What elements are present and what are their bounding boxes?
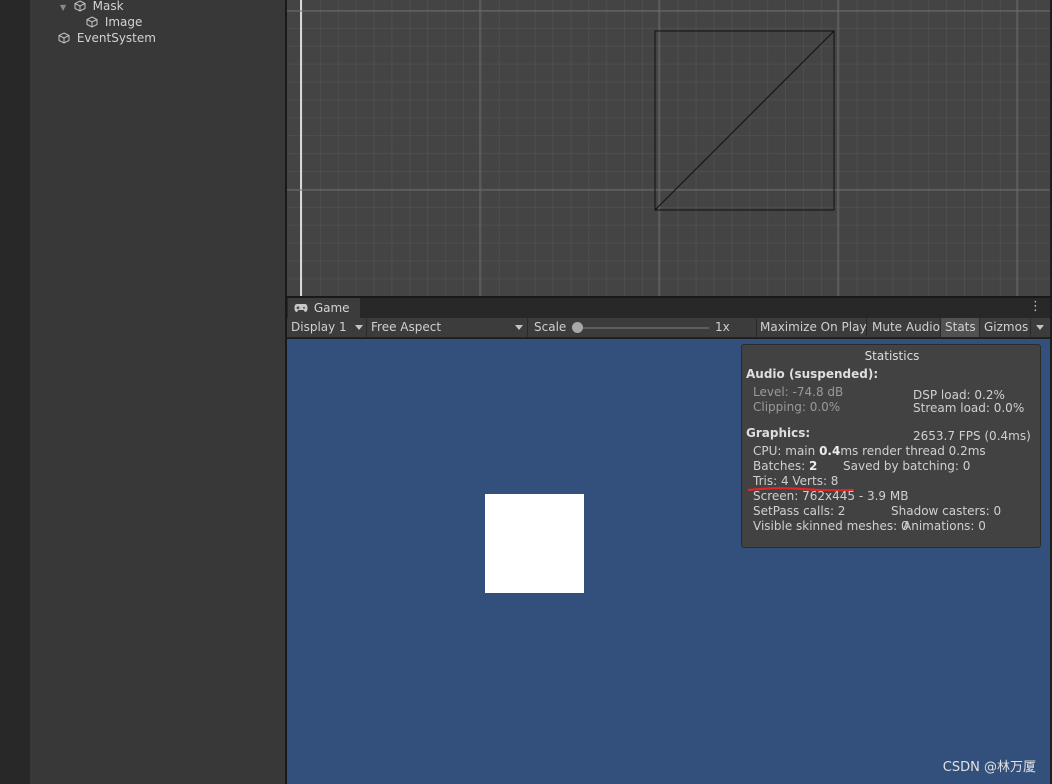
mute-audio-label: Mute Audio (872, 320, 940, 334)
screen-info: Screen: 762x445 - 3.9 MB (753, 489, 909, 503)
scene-view[interactable] (287, 0, 1050, 296)
hierarchy-item-eventsystem[interactable]: EventSystem (58, 30, 156, 46)
toolbar-divider (527, 318, 528, 337)
scale-slider-handle[interactable] (572, 322, 583, 333)
expand-arrow-icon[interactable]: ▼ (60, 0, 70, 16)
batches-value: 2 (809, 459, 818, 473)
scene-image-diagonal (654, 30, 835, 211)
audio-clipping: Clipping: 0.0% (753, 400, 841, 414)
more-options-icon[interactable]: ⋮ (1029, 300, 1042, 314)
toolbar-divider (979, 318, 980, 337)
ui-image-white-square (485, 494, 584, 593)
aspect-dropdown[interactable]: Free Aspect (371, 318, 441, 337)
scale-label-text: Scale (534, 320, 567, 334)
scale-slider-track[interactable] (578, 327, 709, 329)
chevron-down-icon[interactable] (355, 325, 363, 330)
toolbar-divider (866, 318, 867, 337)
gizmos-button[interactable]: Gizmos (984, 318, 1028, 337)
aspect-dropdown-value: Free Aspect (371, 320, 442, 334)
setpass-calls: SetPass calls: 2 (753, 504, 846, 518)
scale-label: Scale (534, 318, 566, 337)
game-tab-bar: Game ⋮ (287, 298, 1050, 318)
batches: Batches: 2 (753, 459, 817, 474)
fps-readout: 2653.7 FPS (0.4ms) (913, 429, 1031, 443)
scene-gizmos (287, 0, 1050, 296)
stats-title: Statistics (864, 349, 920, 363)
toolbar-divider (756, 318, 757, 337)
gameobject-cube-icon (74, 0, 86, 16)
hierarchy-item-mask[interactable]: ▼ Mask (60, 0, 124, 14)
hierarchy-item-label: EventSystem (76, 31, 156, 45)
scale-value-text: 1x (715, 320, 730, 334)
gameobject-cube-icon (58, 32, 70, 48)
hierarchy-item-label: Image (104, 15, 143, 29)
tab-game-label: Game (313, 301, 350, 315)
stream-load: Stream load: 0.0% (913, 401, 1025, 415)
scale-value: 1x (715, 318, 730, 337)
gamepad-icon (294, 299, 308, 319)
hierarchy-panel: ▼ Mask Image EventSystem (30, 0, 285, 784)
animations-count: Animations: 0 (903, 519, 986, 533)
saved-by-batching: Saved by batching: 0 (843, 459, 971, 473)
watermark-text: CSDN @林万厦 (942, 760, 1036, 775)
maximize-on-play-label: Maximize On Play (760, 320, 867, 334)
hierarchy-item-image[interactable]: Image (86, 14, 142, 30)
stats-label: Stats (945, 320, 976, 334)
chevron-down-icon[interactable] (1036, 325, 1044, 330)
shadow-casters: Shadow casters: 0 (891, 504, 1002, 518)
batches-prefix: Batches: (753, 459, 809, 473)
display-dropdown-value: Display 1 (291, 320, 347, 334)
audio-level: Level: -74.8 dB (753, 385, 844, 399)
maximize-on-play-button[interactable]: Maximize On Play (760, 318, 867, 337)
left-edge-strip (0, 0, 30, 784)
cpu-suffix: ms render thread 0.2ms (840, 444, 986, 458)
cpu-main-value: 0.4 (819, 444, 841, 458)
audio-header: Audio (suspended): (746, 367, 879, 381)
chevron-down-icon[interactable] (515, 325, 523, 330)
toolbar-divider (366, 318, 367, 337)
tab-game[interactable]: Game (288, 298, 360, 318)
cpu-time: CPU: main 0.4ms render thread 0.2ms (753, 444, 986, 459)
toolbar-divider (1030, 318, 1031, 337)
stats-button[interactable]: Stats (941, 318, 979, 337)
statistics-panel: Statistics Audio (suspended): Level: -74… (741, 344, 1041, 548)
hierarchy-item-label: Mask (92, 0, 124, 13)
display-dropdown[interactable]: Display 1 (291, 318, 347, 337)
visible-skinned-meshes: Visible skinned meshes: 0 (753, 519, 909, 533)
gizmos-label: Gizmos (984, 320, 1029, 334)
cpu-prefix: CPU: main (753, 444, 820, 458)
mute-audio-button[interactable]: Mute Audio (872, 318, 940, 337)
graphics-header: Graphics: (746, 426, 811, 440)
